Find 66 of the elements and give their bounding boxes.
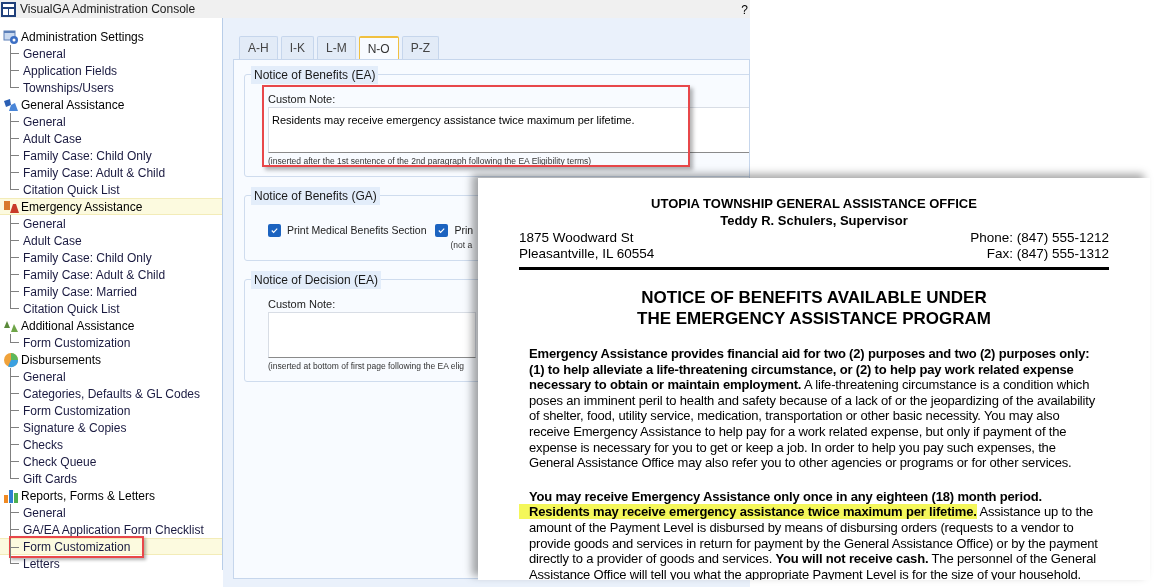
- pie-chart-icon: [3, 351, 19, 368]
- contact-line: Fax: (847) 555-1312: [986, 246, 1109, 262]
- tab[interactable]: L-M: [317, 36, 356, 59]
- sidebar-group[interactable]: Reports, Forms & Letters: [0, 487, 222, 504]
- sidebar-item[interactable]: Family Case: Adult & Child: [23, 163, 166, 182]
- block-and-triangle-icon: [3, 198, 19, 215]
- office-name: UTOPIA TOWNSHIP GENERAL ASSISTANCE OFFICE: [650, 195, 978, 212]
- sidebar-item[interactable]: Adult Case: [23, 231, 82, 250]
- group-legend: Notice of Decision (EA): [251, 270, 382, 289]
- note-field[interactable]: [268, 311, 476, 358]
- checkbox-label: Prin: [454, 222, 474, 238]
- checkbox-label: Print Medical Benefits Section: [287, 222, 427, 238]
- sidebar-item[interactable]: General: [23, 44, 66, 63]
- supervisor-name: Teddy R. Schulers, Supervisor: [719, 212, 909, 229]
- sidebar-item[interactable]: General: [23, 367, 66, 386]
- quad-shapes-icon: [3, 96, 19, 113]
- bar-chart-icon: [3, 487, 19, 504]
- sidebar-item[interactable]: Categories, Defaults & GL Codes: [23, 384, 200, 403]
- field-hint: (inserted after the 1st sentence of the 2nd paragraph following the EA Eligibility terms): [268, 155, 592, 168]
- sidebar-item[interactable]: Form Customization: [23, 401, 131, 420]
- sidebar-item[interactable]: Form Customization: [23, 333, 131, 352]
- sidebar-group[interactable]: Emergency Assistance: [0, 198, 222, 215]
- sidebar-item[interactable]: Family Case: Married: [23, 282, 138, 301]
- field-hint: (inserted at bottom of first page following the EA elig: [268, 359, 465, 373]
- checkbox[interactable]: [268, 224, 281, 238]
- sidebar-item[interactable]: Townships/Users: [23, 78, 114, 97]
- sidebar-group[interactable]: Disbursements: [0, 351, 222, 368]
- group-legend: Notice of Benefits (EA): [251, 66, 379, 84]
- address-line: Pleasantville, IL 60554: [519, 246, 655, 262]
- sidebar-item[interactable]: Application Fields: [23, 61, 118, 80]
- tab[interactable]: A-H: [239, 36, 278, 59]
- checkbox[interactable]: [435, 224, 449, 238]
- sidebar-item[interactable]: Family Case: Child Only: [23, 248, 152, 267]
- check-icon: [437, 226, 447, 236]
- sidebar-item[interactable]: General: [23, 112, 66, 131]
- document-title: NOTICE OF BENEFITS AVAILABLE UNDER: [641, 287, 987, 308]
- body-paragraph: Emergency Assistance provides financial aid for two (2) purposes and two (2) purposes only: (1) to help alleviate a life-threatening circumstance, or (2) to help pay work related expense necessary to obtain or maintain employment. A life-threatening circumstance is a condition which poses an imminent peril to health and safety because of a lack of or the jeopardizing of the availability of shelter, food, utility service, medication, transportation or other basic necessity. You may also receive Emergency Assistance to help pay for a work related expense, but only if payment of the expense is necessary for you to get or keep a job. In order to help you pay such expenses, the General Assistance Office may also refer you to other agencies or programs or for other services.: [528, 346, 1097, 471]
- sidebar-item[interactable]: Gift Cards: [23, 469, 77, 488]
- document-title: THE EMERGENCY ASSISTANCE PROGRAM: [637, 308, 991, 329]
- check-icon: [270, 226, 279, 236]
- sidebar-item[interactable]: General: [23, 214, 66, 233]
- tab[interactable]: N-O: [358, 36, 399, 59]
- sidebar-item[interactable]: Citation Quick List: [23, 180, 120, 199]
- sidebar-item[interactable]: Family Case: Child Only: [23, 146, 152, 165]
- sidebar-item[interactable]: Checks: [23, 435, 63, 454]
- sidebar-item[interactable]: Citation Quick List: [23, 299, 120, 318]
- field-label: Custom Note:: [268, 93, 337, 106]
- field-hint: (not a: [450, 238, 473, 252]
- note-field[interactable]: Residents may receive emergency assistance twice maximum per lifetime.: [268, 107, 749, 153]
- address-line: 1875 Woodward St: [519, 230, 635, 246]
- sidebar-item[interactable]: Adult Case: [23, 129, 82, 148]
- help-button[interactable]: ?: [741, 1, 748, 19]
- sidebar-group[interactable]: General Assistance: [0, 96, 222, 113]
- contact-line: Phone: (847) 555-1212: [970, 230, 1109, 246]
- settings-icon: [3, 28, 19, 45]
- tab[interactable]: I-K: [280, 36, 314, 59]
- group-legend: Notice of Benefits (GA): [251, 186, 380, 205]
- highlighted-sidebar-item[interactable]: Form Customization: [9, 535, 145, 558]
- window-title: VisualGA Administration Console: [20, 1, 196, 18]
- tab[interactable]: P-Z: [401, 36, 440, 59]
- sidebar-item[interactable]: Family Case: Adult & Child: [23, 265, 166, 284]
- sidebar-item[interactable]: Check Queue: [23, 452, 97, 471]
- sidebar-group[interactable]: Additional Assistance: [0, 317, 222, 334]
- sidebar-item[interactable]: General: [23, 503, 66, 522]
- sidebar-group[interactable]: Administration Settings: [0, 28, 222, 45]
- sidebar-item[interactable]: Signature & Copies: [23, 418, 127, 437]
